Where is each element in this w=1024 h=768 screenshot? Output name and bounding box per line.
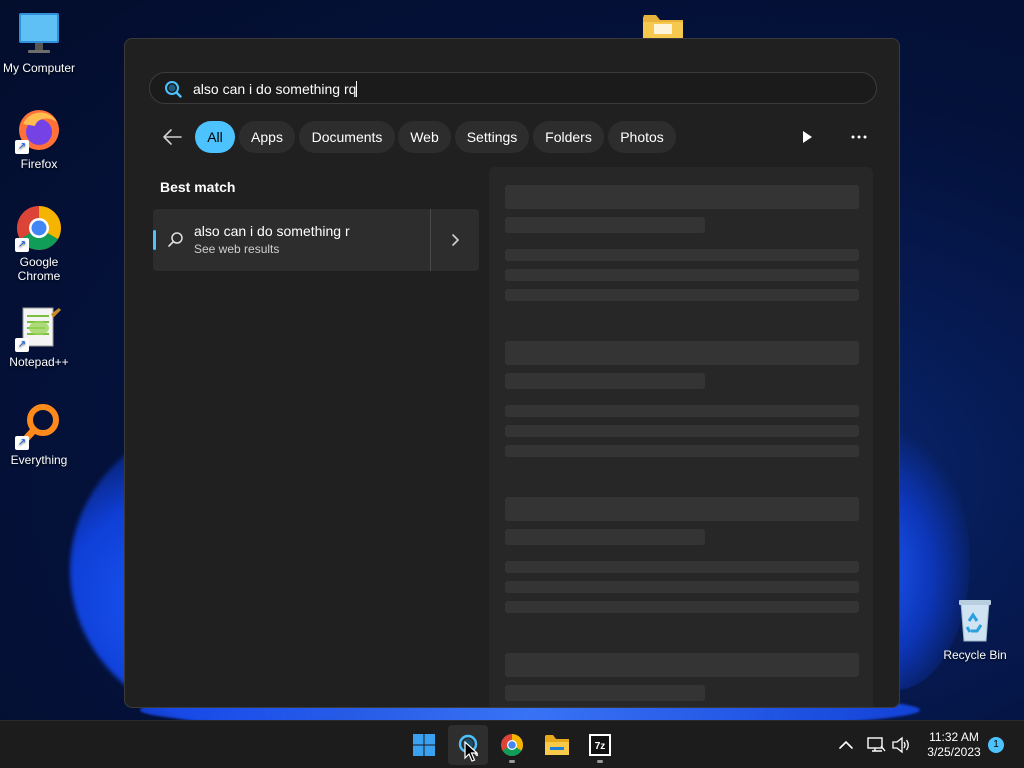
best-match-result[interactable]: also can i do something r See web result… — [153, 209, 479, 271]
skeleton-block — [505, 373, 705, 389]
desktop-icon-label: My Computer — [2, 61, 76, 75]
selection-accent — [153, 230, 156, 250]
notepadpp-icon: ↗ — [15, 304, 63, 352]
svg-text:7z: 7z — [595, 741, 606, 752]
skeleton-block — [505, 249, 859, 261]
filter-folders[interactable]: Folders — [533, 121, 604, 153]
file-explorer-icon — [545, 735, 569, 755]
desktop-icon-label: Everything — [10, 453, 68, 467]
clock-date: 3/25/2023 — [927, 745, 981, 759]
skeleton-block — [505, 185, 859, 209]
filter-photos[interactable]: Photos — [608, 121, 676, 153]
network-icon[interactable] — [866, 735, 886, 755]
search-query-text: also can i do something rq — [193, 81, 358, 97]
skeleton-block — [505, 289, 859, 301]
skeleton-block — [505, 217, 705, 233]
skeleton-block — [505, 445, 859, 457]
volume-icon[interactable] — [891, 735, 911, 755]
taskbar-file-explorer[interactable] — [536, 725, 576, 765]
filter-web[interactable]: Web — [398, 121, 451, 153]
play-icon[interactable] — [797, 127, 817, 147]
search-panel: also can i do something rq All Apps Docu… — [124, 38, 900, 708]
search-icon — [165, 81, 182, 98]
skeleton-block — [505, 497, 859, 521]
notification-badge[interactable]: 1 — [988, 737, 1004, 753]
firefox-icon: ↗ — [15, 106, 63, 154]
desktop-icon-label: Recycle Bin — [943, 648, 1007, 662]
more-options-icon[interactable] — [849, 127, 869, 147]
everything-search-icon: ↗ — [15, 402, 63, 450]
search-icon — [168, 232, 183, 247]
skeleton-block — [505, 561, 859, 573]
shortcut-arrow-icon: ↗ — [15, 436, 29, 450]
filter-settings[interactable]: Settings — [455, 121, 529, 153]
result-divider — [430, 209, 431, 271]
text-caret — [356, 81, 358, 97]
system-clock[interactable]: 11:32 AM 3/25/2023 — [918, 730, 990, 760]
preview-pane-loading — [489, 167, 873, 707]
recycle-bin-icon — [951, 597, 999, 645]
desktop-icon-google-chrome[interactable]: ↗ Google Chrome — [0, 204, 78, 283]
taskbar: 7z 11:32 AM 3/25/2023 1 — [0, 720, 1024, 768]
skeleton-block — [505, 581, 859, 593]
taskbar-7zip[interactable]: 7z — [580, 725, 620, 765]
skeleton-block — [505, 685, 705, 701]
search-input[interactable]: also can i do something rq — [149, 72, 877, 104]
skeleton-block — [505, 341, 859, 365]
desktop-icon-label: Notepad++ — [9, 355, 69, 369]
skeleton-block — [505, 529, 705, 545]
filter-apps[interactable]: Apps — [239, 121, 295, 153]
desktop-icon-recycle-bin[interactable]: Recycle Bin — [936, 597, 1014, 662]
7zip-icon: 7z — [589, 734, 611, 756]
desktop-icon-label: Firefox — [20, 157, 58, 171]
shortcut-arrow-icon: ↗ — [15, 140, 29, 154]
taskbar-chrome[interactable] — [492, 725, 532, 765]
windows-start-icon — [413, 734, 435, 756]
running-indicator — [509, 760, 515, 763]
desktop-icon-my-computer[interactable]: My Computer — [0, 10, 78, 75]
chevron-up-icon[interactable] — [836, 735, 856, 755]
shortcut-arrow-icon: ↗ — [15, 238, 29, 252]
skeleton-block — [505, 269, 859, 281]
filter-bar: All Apps Documents Web Settings Folders … — [161, 121, 881, 153]
desktop-icon-label: Google Chrome — [17, 255, 61, 283]
chrome-icon: ↗ — [15, 204, 63, 252]
chrome-icon — [501, 734, 523, 756]
skeleton-block — [505, 601, 859, 613]
result-subtitle: See web results — [194, 242, 280, 256]
shortcut-arrow-icon: ↗ — [15, 338, 29, 352]
back-arrow-icon[interactable] — [161, 127, 183, 147]
skeleton-block — [505, 405, 859, 417]
filter-documents[interactable]: Documents — [299, 121, 395, 153]
desktop-icon-everything[interactable]: ↗ Everything — [0, 402, 78, 467]
filter-all[interactable]: All — [195, 121, 235, 153]
desktop-folder-icon[interactable] — [642, 12, 684, 40]
chevron-right-icon[interactable] — [447, 232, 463, 248]
start-button[interactable] — [404, 725, 444, 765]
result-title: also can i do something r — [194, 223, 350, 239]
running-indicator — [597, 760, 603, 763]
desktop-icon-notepadpp[interactable]: ↗ Notepad++ — [0, 304, 78, 369]
mouse-cursor-icon — [464, 741, 478, 762]
best-match-heading: Best match — [160, 179, 236, 195]
skeleton-block — [505, 425, 859, 437]
monitor-icon — [15, 10, 63, 58]
clock-time: 11:32 AM — [929, 730, 979, 744]
skeleton-block — [505, 653, 859, 677]
desktop-icon-firefox[interactable]: ↗ Firefox — [0, 106, 78, 171]
